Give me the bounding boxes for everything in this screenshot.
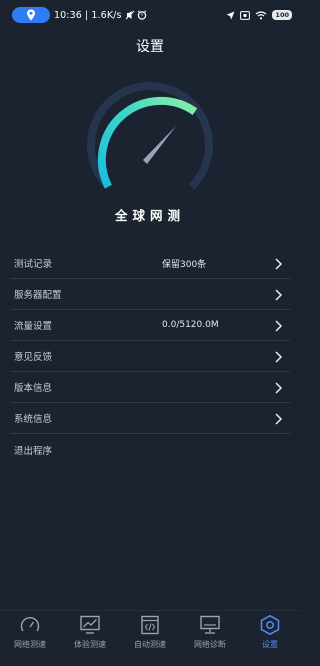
nav-label: 网络测速 xyxy=(14,640,46,649)
chevron-right-icon xyxy=(275,320,283,332)
nav-item-experience-speed[interactable]: 体验测速 xyxy=(60,611,120,666)
menu-item-traffic-settings[interactable]: 流量设置 0.0/5120.0M xyxy=(10,310,290,341)
page-title: 设置 xyxy=(136,39,164,55)
bottom-nav: 网络测速 体验测速 自动测速 网络诊断 设置 xyxy=(0,610,300,666)
gauge-needle xyxy=(143,126,176,164)
menu-item-label: 服务器配置 xyxy=(14,290,62,301)
location-indicator xyxy=(12,7,50,23)
mute-icon xyxy=(125,10,134,20)
image-monitor-icon xyxy=(80,615,100,634)
menu-item-value: 0.0/5120.0M xyxy=(162,320,219,330)
chevron-right-icon xyxy=(275,413,283,425)
menu-item-label: 流量设置 xyxy=(14,321,53,332)
menu-item-label: 系统信息 xyxy=(14,414,53,425)
nav-label: 自动测速 xyxy=(134,640,166,649)
location-pin-icon xyxy=(27,9,35,21)
nav-item-network-diagnosis[interactable]: 网络诊断 xyxy=(180,611,240,666)
battery-indicator: 100 xyxy=(272,10,292,20)
app-name: 全球网测 xyxy=(114,208,185,223)
code-window-icon xyxy=(141,615,159,635)
speed-gauge xyxy=(87,81,213,190)
nav-item-settings[interactable]: 设置 xyxy=(240,611,300,666)
nav-item-network-speed[interactable]: 网络测速 xyxy=(0,611,60,666)
nav-item-auto-speed[interactable]: 自动测速 xyxy=(120,611,180,666)
menu-item-label: 测试记录 xyxy=(14,259,53,270)
navigation-arrow-icon xyxy=(226,11,235,19)
menu-item-exit[interactable]: 退出程序 xyxy=(10,434,290,465)
wifi-icon xyxy=(256,10,267,19)
menu-item-system-info[interactable]: 系统信息 xyxy=(10,403,290,434)
monitor-icon xyxy=(200,615,220,634)
menu-item-server-config[interactable]: 服务器配置 xyxy=(10,279,290,310)
menu-item-label: 意见反馈 xyxy=(14,352,53,363)
alarm-icon xyxy=(137,10,146,20)
settings-menu: 测试记录 保留300条 服务器配置 流量设置 0.0/5120.0M 意见反馈 … xyxy=(10,248,290,465)
menu-item-label: 版本信息 xyxy=(14,383,53,394)
menu-item-feedback[interactable]: 意见反馈 xyxy=(10,341,290,372)
speedometer-icon xyxy=(20,616,40,632)
chevron-right-icon xyxy=(275,289,283,301)
gauge-progress-arc xyxy=(97,96,198,189)
menu-item-value: 保留300条 xyxy=(162,259,207,270)
chevron-right-icon xyxy=(275,382,283,394)
status-time: 10:36 | 1.6K/s xyxy=(54,9,122,21)
nav-label: 体验测速 xyxy=(74,640,106,649)
hexagon-settings-icon xyxy=(260,615,280,635)
nav-label: 网络诊断 xyxy=(194,640,226,649)
chevron-right-icon xyxy=(275,351,283,363)
screen-record-icon xyxy=(240,10,251,20)
chevron-right-icon xyxy=(275,258,283,270)
status-bar: 10:36 | 1.6K/s 100 xyxy=(0,0,300,30)
menu-item-test-records[interactable]: 测试记录 保留300条 xyxy=(10,248,290,279)
menu-item-version-info[interactable]: 版本信息 xyxy=(10,372,290,403)
nav-label: 设置 xyxy=(262,640,278,649)
menu-item-label: 退出程序 xyxy=(14,445,53,457)
